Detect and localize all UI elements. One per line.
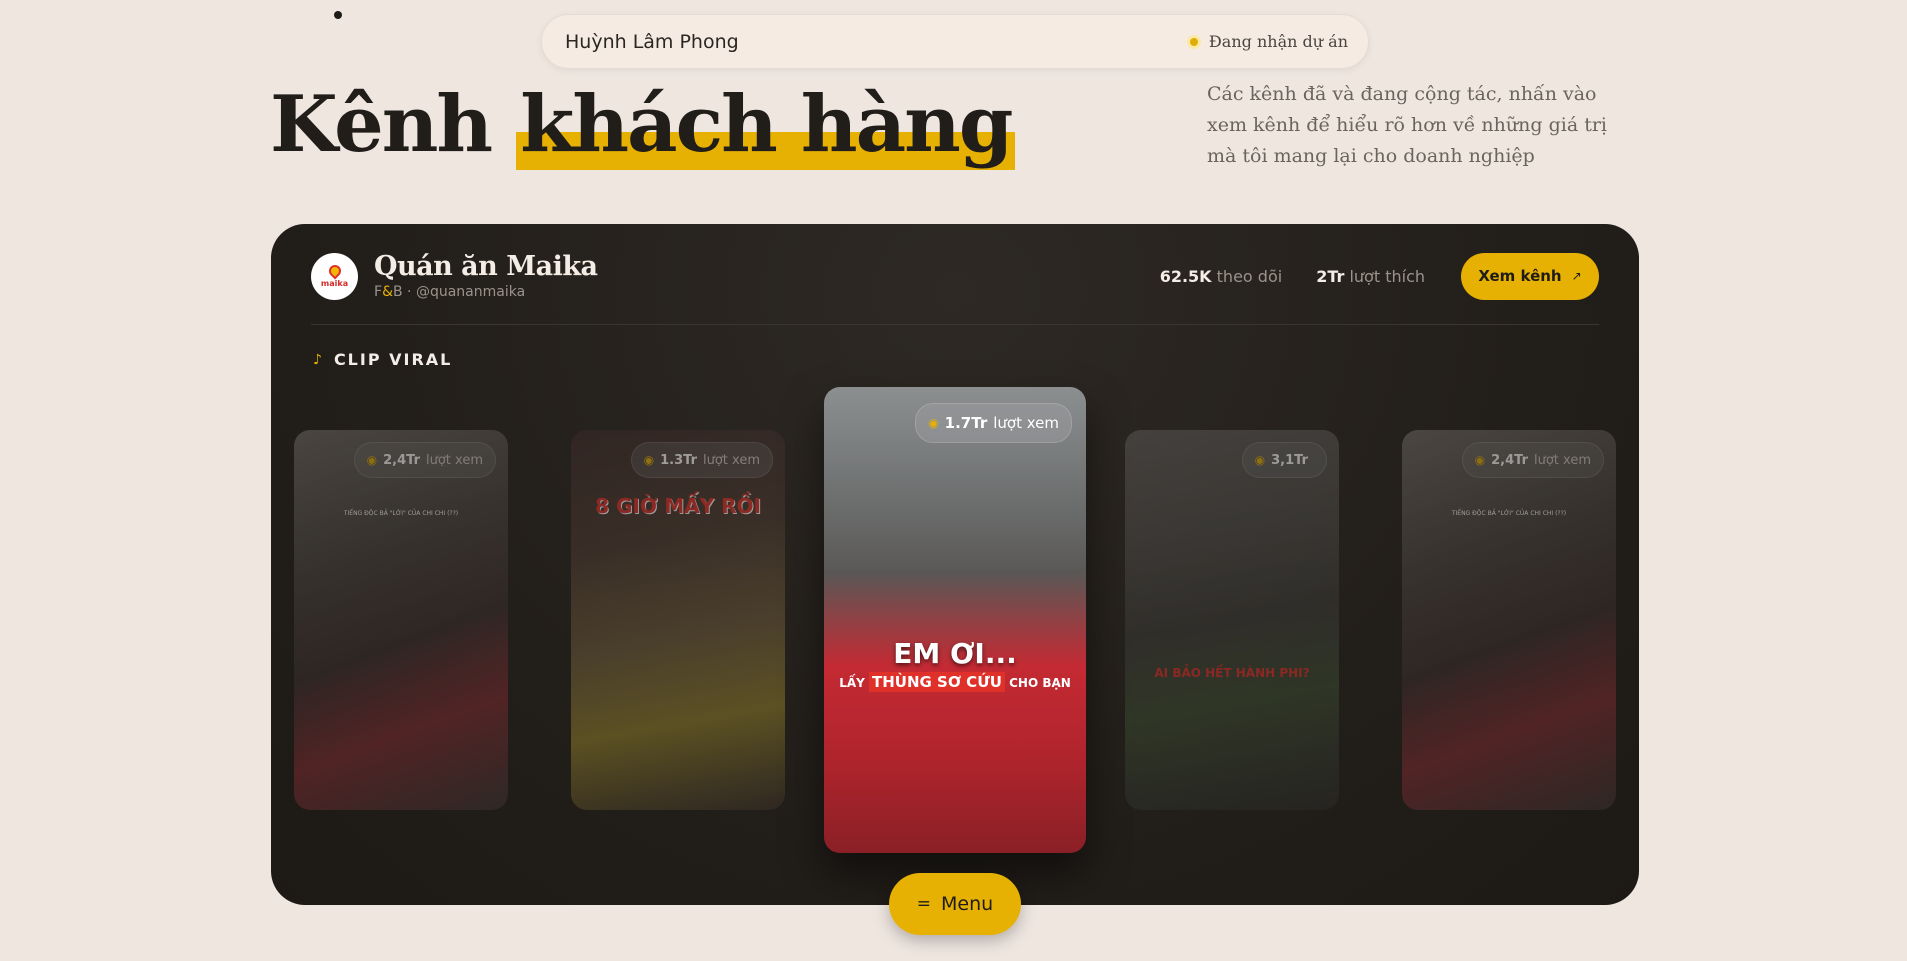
- clips-section-title: CLIP VIRAL: [333, 350, 453, 369]
- clip-views-badge: ◉ 1.7Tr lượt xem: [915, 403, 1072, 443]
- eye-icon: ◉: [643, 453, 655, 467]
- clip-views-value: 2,4Tr: [383, 452, 420, 468]
- clip-views-label: lượt xem: [1534, 452, 1591, 468]
- channel-info: Quán ăn Maika F&B · @quananmaika: [374, 251, 598, 301]
- category-amp: &: [382, 284, 393, 300]
- clips-section-label: ♪ CLIP VIRAL: [313, 350, 452, 369]
- menu-label: Menu: [941, 893, 994, 915]
- clip-views-label: lượt xem: [426, 452, 483, 468]
- clip-views-label: lượt xem: [993, 414, 1059, 432]
- clip-card[interactable]: TIẾNG ĐỘC BẢ "LỚI" CỦA CHI CHI (??) ◉ 2,…: [1402, 430, 1616, 810]
- title-highlight: khách hàng: [516, 79, 1016, 170]
- header-divider: [311, 324, 1599, 325]
- likes-stat: 2Tr lượt thích: [1316, 267, 1425, 286]
- clip-views-badge: ◉ 2,4Tr lượt xem: [1461, 442, 1604, 478]
- clip-views-value: 2,4Tr: [1491, 452, 1528, 468]
- page-title: Kênh khách hàng: [270, 79, 1016, 170]
- top-bar: Huỳnh Lâm Phong Đang nhận dự án: [541, 14, 1369, 69]
- owner-name[interactable]: Huỳnh Lâm Phong: [565, 31, 739, 53]
- clip-thumbnail: [1125, 430, 1339, 810]
- channel-avatar[interactable]: maika: [311, 252, 358, 300]
- followers-label: theo dõi: [1216, 266, 1283, 286]
- clip-views-value: 1.3Tr: [660, 452, 697, 468]
- eye-icon: ◉: [1254, 453, 1266, 467]
- clip-caption-sub: LẤY THÙNG SƠ CỨU CHO BẠN: [824, 672, 1086, 692]
- music-note-icon: ♪: [313, 351, 324, 368]
- clip-caption: 8 GIỜ MẤY RỒI: [595, 494, 761, 518]
- clip-card[interactable]: 8 GIỜ MẤY RỒI ◉ 1.3Tr lượt xem: [571, 430, 785, 810]
- view-channel-button[interactable]: Xem kênh ↗: [1461, 252, 1599, 300]
- clip-caption: AI BẢO HẾT HÀNH PHI?: [1154, 666, 1310, 680]
- category-post: B: [392, 284, 403, 300]
- clip-card[interactable]: AI BẢO HẾT HÀNH PHI? ◉ 3,1Tr: [1125, 430, 1339, 810]
- channel-handle: · @quananmaika: [407, 284, 526, 300]
- channel-card: maika Quán ăn Maika F&B · @quananmaika 6…: [271, 224, 1639, 905]
- clip-views-badge: ◉ 2,4Tr lượt xem: [353, 442, 496, 478]
- caption-sub-pre: LẤY: [839, 676, 865, 690]
- hamburger-icon: =: [916, 894, 932, 914]
- eye-icon: ◉: [928, 416, 939, 430]
- caption-sub-red: THÙNG SƠ CỨU: [869, 672, 1005, 692]
- category-pre: F: [374, 284, 383, 300]
- likes-label: lượt thích: [1349, 266, 1425, 286]
- channel-name: Quán ăn Maika: [374, 251, 598, 282]
- clip-caption: TIẾNG ĐỘC BẢ "LỚI" CỦA CHI CHI (??): [1451, 510, 1567, 517]
- likes-value: 2Tr: [1316, 266, 1345, 286]
- title-plain: Kênh: [270, 79, 493, 170]
- clip-views-badge: ◉ 3,1Tr: [1241, 442, 1327, 478]
- cursor-dot: [334, 11, 342, 19]
- menu-button[interactable]: = Menu: [889, 873, 1021, 935]
- eye-icon: ◉: [1474, 453, 1486, 467]
- clip-caption-main: EM ƠI...: [893, 637, 1017, 670]
- channel-header: maika Quán ăn Maika F&B · @quananmaika 6…: [311, 252, 1599, 300]
- followers-stat: 62.5K theo dõi: [1160, 267, 1283, 286]
- map-pin-icon: [326, 262, 343, 279]
- clip-views-value: 3,1Tr: [1271, 452, 1308, 468]
- caption-sub-post: CHO BẠN: [1009, 676, 1071, 690]
- clip-caption: TIẾNG ĐỘC BẢ "LỚI" CỦA CHI CHI (??): [343, 510, 459, 517]
- channel-stats: 62.5K theo dõi 2Tr lượt thích Xem kênh ↗: [1126, 252, 1599, 300]
- clip-thumbnail: [571, 430, 785, 810]
- eye-icon: ◉: [366, 453, 378, 467]
- availability-status: Đang nhận dự án: [1186, 32, 1348, 51]
- channel-meta: F&B · @quananmaika: [374, 284, 598, 300]
- clip-card[interactable]: TIẾNG ĐỘC BẢ "LỚI" CỦA CHI CHI (??) ◉ 2,…: [294, 430, 508, 810]
- followers-value: 62.5K: [1159, 266, 1212, 286]
- page-description: Các kênh đã và đang cộng tác, nhấn vào x…: [1207, 83, 1607, 167]
- status-text: Đang nhận dự án: [1208, 32, 1348, 51]
- clip-views-label: lượt xem: [703, 452, 760, 468]
- clip-thumbnail: [294, 430, 508, 810]
- clip-views-badge: ◉ 1.3Tr lượt xem: [630, 442, 773, 478]
- arrow-up-right-icon: ↗: [1571, 269, 1582, 283]
- view-channel-label: Xem kênh: [1478, 267, 1562, 285]
- clip-views-value: 1.7Tr: [944, 414, 988, 432]
- status-dot-icon: [1186, 34, 1201, 49]
- clip-thumbnail: [824, 387, 1086, 853]
- clip-card-active[interactable]: ◉ 1.7Tr lượt xem EM ƠI... LẤY THÙNG SƠ C…: [824, 387, 1086, 853]
- clip-thumbnail: [1402, 430, 1616, 810]
